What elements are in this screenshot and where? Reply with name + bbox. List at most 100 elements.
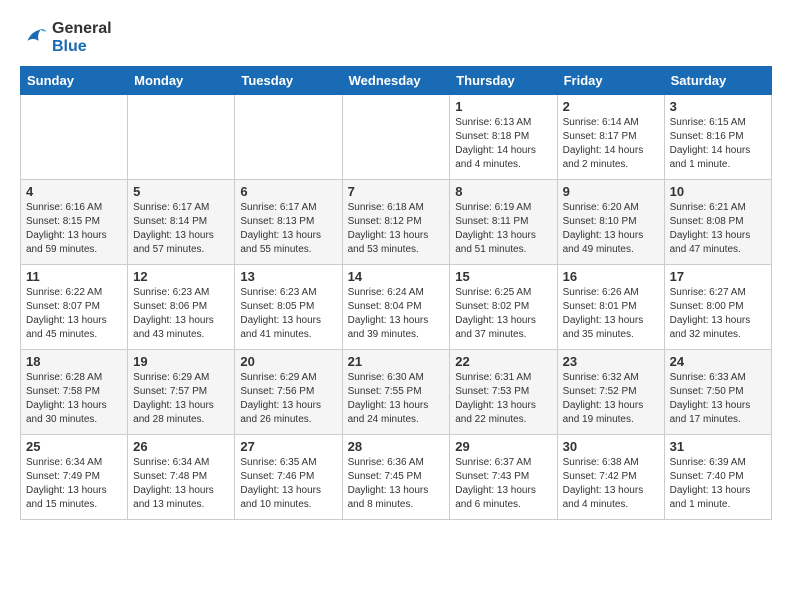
calendar-week-row: 4 Sunrise: 6:16 AM Sunset: 8:15 PM Daylig… (21, 180, 772, 265)
day-info: Sunrise: 6:31 AM Sunset: 7:53 PM Dayligh… (455, 371, 551, 427)
calendar-cell: 16 Sunrise: 6:26 AM Sunset: 8:01 PM Dayli… (557, 265, 664, 350)
day-info: Sunrise: 6:25 AM Sunset: 8:02 PM Dayligh… (455, 286, 551, 342)
weekday-header-friday: Friday (557, 67, 664, 95)
day-number: 14 (348, 269, 445, 284)
day-info: Sunrise: 6:22 AM Sunset: 8:07 PM Dayligh… (26, 286, 122, 342)
calendar-week-row: 11 Sunrise: 6:22 AM Sunset: 8:07 PM Dayli… (21, 265, 772, 350)
calendar-cell (128, 95, 235, 180)
day-number: 18 (26, 354, 122, 369)
calendar-cell: 11 Sunrise: 6:22 AM Sunset: 8:07 PM Dayli… (21, 265, 128, 350)
day-number: 22 (455, 354, 551, 369)
day-number: 1 (455, 99, 551, 114)
day-number: 2 (563, 99, 659, 114)
calendar-week-row: 18 Sunrise: 6:28 AM Sunset: 7:58 PM Dayli… (21, 350, 772, 435)
day-info: Sunrise: 6:35 AM Sunset: 7:46 PM Dayligh… (240, 456, 336, 512)
day-info: Sunrise: 6:23 AM Sunset: 8:05 PM Dayligh… (240, 286, 336, 342)
calendar-cell: 8 Sunrise: 6:19 AM Sunset: 8:11 PM Daylig… (450, 180, 557, 265)
day-number: 6 (240, 184, 336, 199)
day-number: 21 (348, 354, 445, 369)
day-info: Sunrise: 6:34 AM Sunset: 7:48 PM Dayligh… (133, 456, 229, 512)
calendar-cell: 17 Sunrise: 6:27 AM Sunset: 8:00 PM Dayli… (664, 265, 771, 350)
calendar-cell: 4 Sunrise: 6:16 AM Sunset: 8:15 PM Daylig… (21, 180, 128, 265)
calendar-week-row: 25 Sunrise: 6:34 AM Sunset: 7:49 PM Dayli… (21, 435, 772, 520)
day-number: 7 (348, 184, 445, 199)
day-number: 8 (455, 184, 551, 199)
day-info: Sunrise: 6:14 AM Sunset: 8:17 PM Dayligh… (563, 116, 659, 172)
calendar-header-row: SundayMondayTuesdayWednesdayThursdayFrid… (21, 67, 772, 95)
calendar-cell: 24 Sunrise: 6:33 AM Sunset: 7:50 PM Dayli… (664, 350, 771, 435)
calendar-cell: 13Sunrise: 6:23 AM Sunset: 8:05 PM Dayli… (235, 265, 342, 350)
day-number: 4 (26, 184, 122, 199)
day-number: 11 (26, 269, 122, 284)
logo-icon (20, 24, 48, 52)
day-number: 20 (240, 354, 336, 369)
weekday-header-monday: Monday (128, 67, 235, 95)
day-info: Sunrise: 6:30 AM Sunset: 7:55 PM Dayligh… (348, 371, 445, 427)
day-number: 25 (26, 439, 122, 454)
day-number: 29 (455, 439, 551, 454)
day-number: 3 (670, 99, 766, 114)
day-info: Sunrise: 6:27 AM Sunset: 8:00 PM Dayligh… (670, 286, 766, 342)
day-number: 17 (670, 269, 766, 284)
weekday-header-wednesday: Wednesday (342, 67, 450, 95)
day-info: Sunrise: 6:23 AM Sunset: 8:06 PM Dayligh… (133, 286, 229, 342)
day-info: Sunrise: 6:26 AM Sunset: 8:01 PM Dayligh… (563, 286, 659, 342)
calendar-cell: 15Sunrise: 6:25 AM Sunset: 8:02 PM Dayli… (450, 265, 557, 350)
calendar-cell: 27Sunrise: 6:35 AM Sunset: 7:46 PM Dayli… (235, 435, 342, 520)
day-info: Sunrise: 6:17 AM Sunset: 8:14 PM Dayligh… (133, 201, 229, 257)
calendar-cell (342, 95, 450, 180)
day-info: Sunrise: 6:19 AM Sunset: 8:11 PM Dayligh… (455, 201, 551, 257)
day-number: 9 (563, 184, 659, 199)
day-info: Sunrise: 6:18 AM Sunset: 8:12 PM Dayligh… (348, 201, 445, 257)
calendar-cell: 3 Sunrise: 6:15 AM Sunset: 8:16 PM Daylig… (664, 95, 771, 180)
calendar-cell: 28Sunrise: 6:36 AM Sunset: 7:45 PM Dayli… (342, 435, 450, 520)
day-info: Sunrise: 6:29 AM Sunset: 7:57 PM Dayligh… (133, 371, 229, 427)
day-number: 10 (670, 184, 766, 199)
day-info: Sunrise: 6:24 AM Sunset: 8:04 PM Dayligh… (348, 286, 445, 342)
calendar-cell (21, 95, 128, 180)
weekday-header-sunday: Sunday (21, 67, 128, 95)
day-number: 24 (670, 354, 766, 369)
calendar-cell: 10 Sunrise: 6:21 AM Sunset: 8:08 PM Dayli… (664, 180, 771, 265)
calendar-cell: 25 Sunrise: 6:34 AM Sunset: 7:49 PM Dayli… (21, 435, 128, 520)
logo-text: General Blue (52, 20, 112, 56)
calendar-cell (235, 95, 342, 180)
logo: General Blue (20, 20, 112, 56)
page-header: General Blue (20, 20, 772, 56)
calendar-cell: 7 Sunrise: 6:18 AM Sunset: 8:12 PM Daylig… (342, 180, 450, 265)
day-info: Sunrise: 6:29 AM Sunset: 7:56 PM Dayligh… (240, 371, 336, 427)
day-number: 28 (348, 439, 445, 454)
day-number: 19 (133, 354, 229, 369)
calendar-cell: 22 Sunrise: 6:31 AM Sunset: 7:53 PM Dayli… (450, 350, 557, 435)
day-info: Sunrise: 6:33 AM Sunset: 7:50 PM Dayligh… (670, 371, 766, 427)
day-info: Sunrise: 6:15 AM Sunset: 8:16 PM Dayligh… (670, 116, 766, 172)
day-number: 16 (563, 269, 659, 284)
day-number: 30 (563, 439, 659, 454)
day-info: Sunrise: 6:21 AM Sunset: 8:08 PM Dayligh… (670, 201, 766, 257)
day-info: Sunrise: 6:34 AM Sunset: 7:49 PM Dayligh… (26, 456, 122, 512)
weekday-header-saturday: Saturday (664, 67, 771, 95)
calendar-cell: 26Sunrise: 6:34 AM Sunset: 7:48 PM Dayli… (128, 435, 235, 520)
day-number: 23 (563, 354, 659, 369)
day-info: Sunrise: 6:16 AM Sunset: 8:15 PM Dayligh… (26, 201, 122, 257)
calendar-week-row: 1 Sunrise: 6:13 AM Sunset: 8:18 PM Daylig… (21, 95, 772, 180)
day-info: Sunrise: 6:20 AM Sunset: 8:10 PM Dayligh… (563, 201, 659, 257)
calendar-cell: 14 Sunrise: 6:24 AM Sunset: 8:04 PM Dayli… (342, 265, 450, 350)
calendar-cell: 31 Sunrise: 6:39 AM Sunset: 7:40 PM Dayli… (664, 435, 771, 520)
calendar-cell: 9 Sunrise: 6:20 AM Sunset: 8:10 PM Daylig… (557, 180, 664, 265)
day-info: Sunrise: 6:28 AM Sunset: 7:58 PM Dayligh… (26, 371, 122, 427)
day-info: Sunrise: 6:39 AM Sunset: 7:40 PM Dayligh… (670, 456, 766, 512)
day-number: 31 (670, 439, 766, 454)
calendar-cell: 30 Sunrise: 6:38 AM Sunset: 7:42 PM Dayli… (557, 435, 664, 520)
day-info: Sunrise: 6:32 AM Sunset: 7:52 PM Dayligh… (563, 371, 659, 427)
day-info: Sunrise: 6:13 AM Sunset: 8:18 PM Dayligh… (455, 116, 551, 172)
day-number: 5 (133, 184, 229, 199)
day-info: Sunrise: 6:38 AM Sunset: 7:42 PM Dayligh… (563, 456, 659, 512)
weekday-header-tuesday: Tuesday (235, 67, 342, 95)
calendar-table: SundayMondayTuesdayWednesdayThursdayFrid… (20, 66, 772, 520)
calendar-cell: 6 Sunrise: 6:17 AM Sunset: 8:13 PM Daylig… (235, 180, 342, 265)
calendar-cell: 21 Sunrise: 6:30 AM Sunset: 7:55 PM Dayli… (342, 350, 450, 435)
day-info: Sunrise: 6:17 AM Sunset: 8:13 PM Dayligh… (240, 201, 336, 257)
calendar-cell: 20 Sunrise: 6:29 AM Sunset: 7:56 PM Dayli… (235, 350, 342, 435)
calendar-cell: 18 Sunrise: 6:28 AM Sunset: 7:58 PM Dayli… (21, 350, 128, 435)
